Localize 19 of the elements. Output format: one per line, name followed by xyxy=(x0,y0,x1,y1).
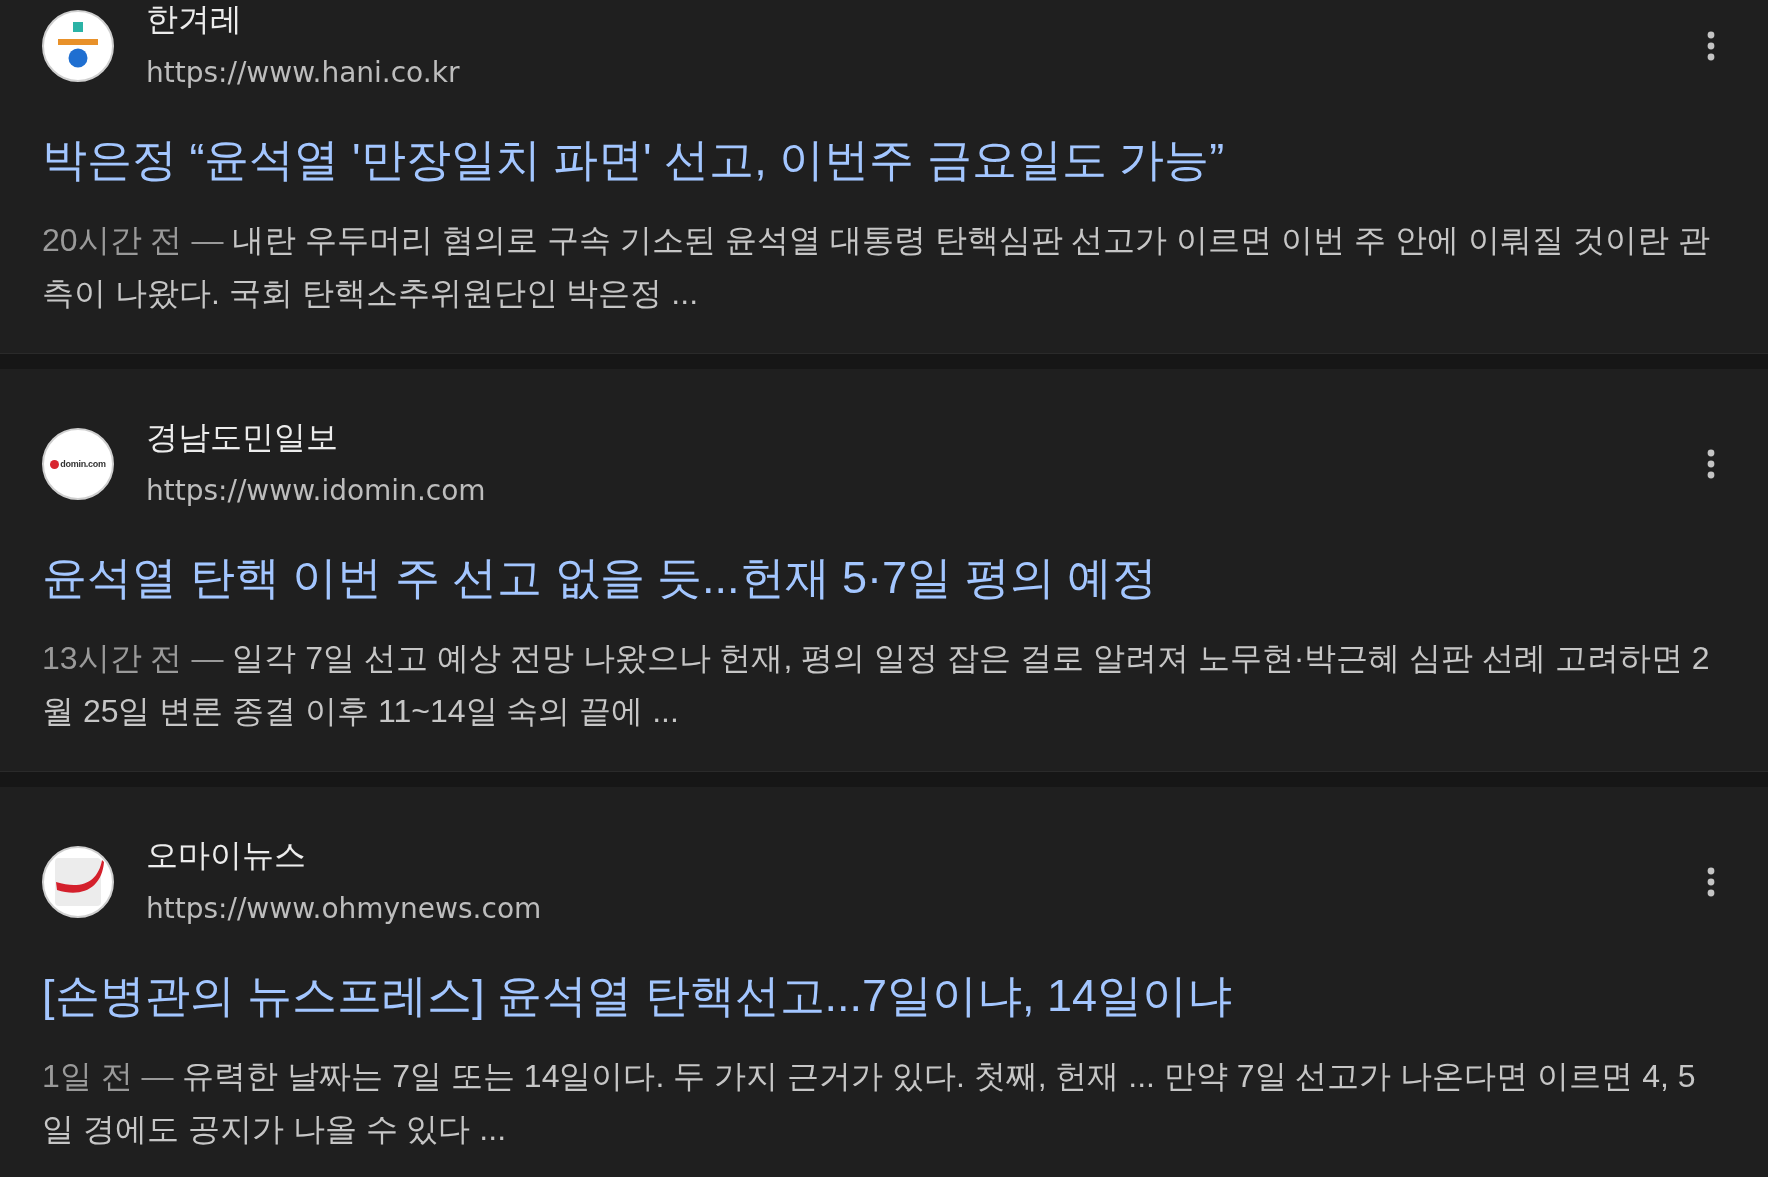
result-title-link[interactable]: 박은정 “윤석열 '만장일치 파면' 선고, 이번주 금요일도 가능” xyxy=(42,130,1225,190)
more-options-icon[interactable] xyxy=(1706,448,1716,480)
result-title-link[interactable]: [손병관의 뉴스프레스] 윤석열 탄핵선고...7일이냐, 14일이냐 xyxy=(42,966,1233,1026)
source-name: 오마이뉴스 xyxy=(146,836,306,875)
source-url: https://www.hani.co.kr xyxy=(146,55,460,91)
source-url: https://www.ohmynews.com xyxy=(146,891,542,927)
more-options-icon[interactable] xyxy=(1706,866,1716,898)
result-snippet: 1일 전 — 유력한 날짜는 7일 또는 14일이다. 두 가지 근거가 있다. 첫째, 헌재 ... 만약 7일 선고가 나온다면 이르면 4, 5일 경에도 공지가 나올 수 있다 ... xyxy=(42,1057,1697,1149)
result-title-link[interactable]: 윤석열 탄핵 이번 주 선고 없을 듯...헌재 5·7일 평의 예정 xyxy=(42,548,1158,608)
swoosh-logo-icon xyxy=(42,846,114,918)
bar-dot-logo-icon xyxy=(42,10,114,82)
logo-text: domin.com xyxy=(60,459,106,469)
source-name: 한겨레 xyxy=(146,0,242,39)
result-snippet: 20시간 전 — 내란 우두머리 혐의로 구속 기소된 윤석열 대통령 탄핵심판 선고가 이르면 이번 주 안에 이뤄질 것이란 관측이 나왔다. 국회 탄핵소추위원단인 박은정 ... xyxy=(42,221,1711,313)
result-snippet: 13시간 전 — 일각 7일 선고 예상 전망 나왔으나 헌재, 평의 일정 잡은 걸로 알려져 노무현·박근혜 심판 선례 고려하면 2월 25일 변론 종결 이후 11~14일 숙의 끝에 ... xyxy=(42,639,1711,731)
source-url: https://www.idomin.com xyxy=(146,473,486,509)
more-options-icon[interactable] xyxy=(1706,30,1716,62)
dot-icon xyxy=(50,459,60,469)
source-name: 경남도민일보 xyxy=(146,418,338,457)
